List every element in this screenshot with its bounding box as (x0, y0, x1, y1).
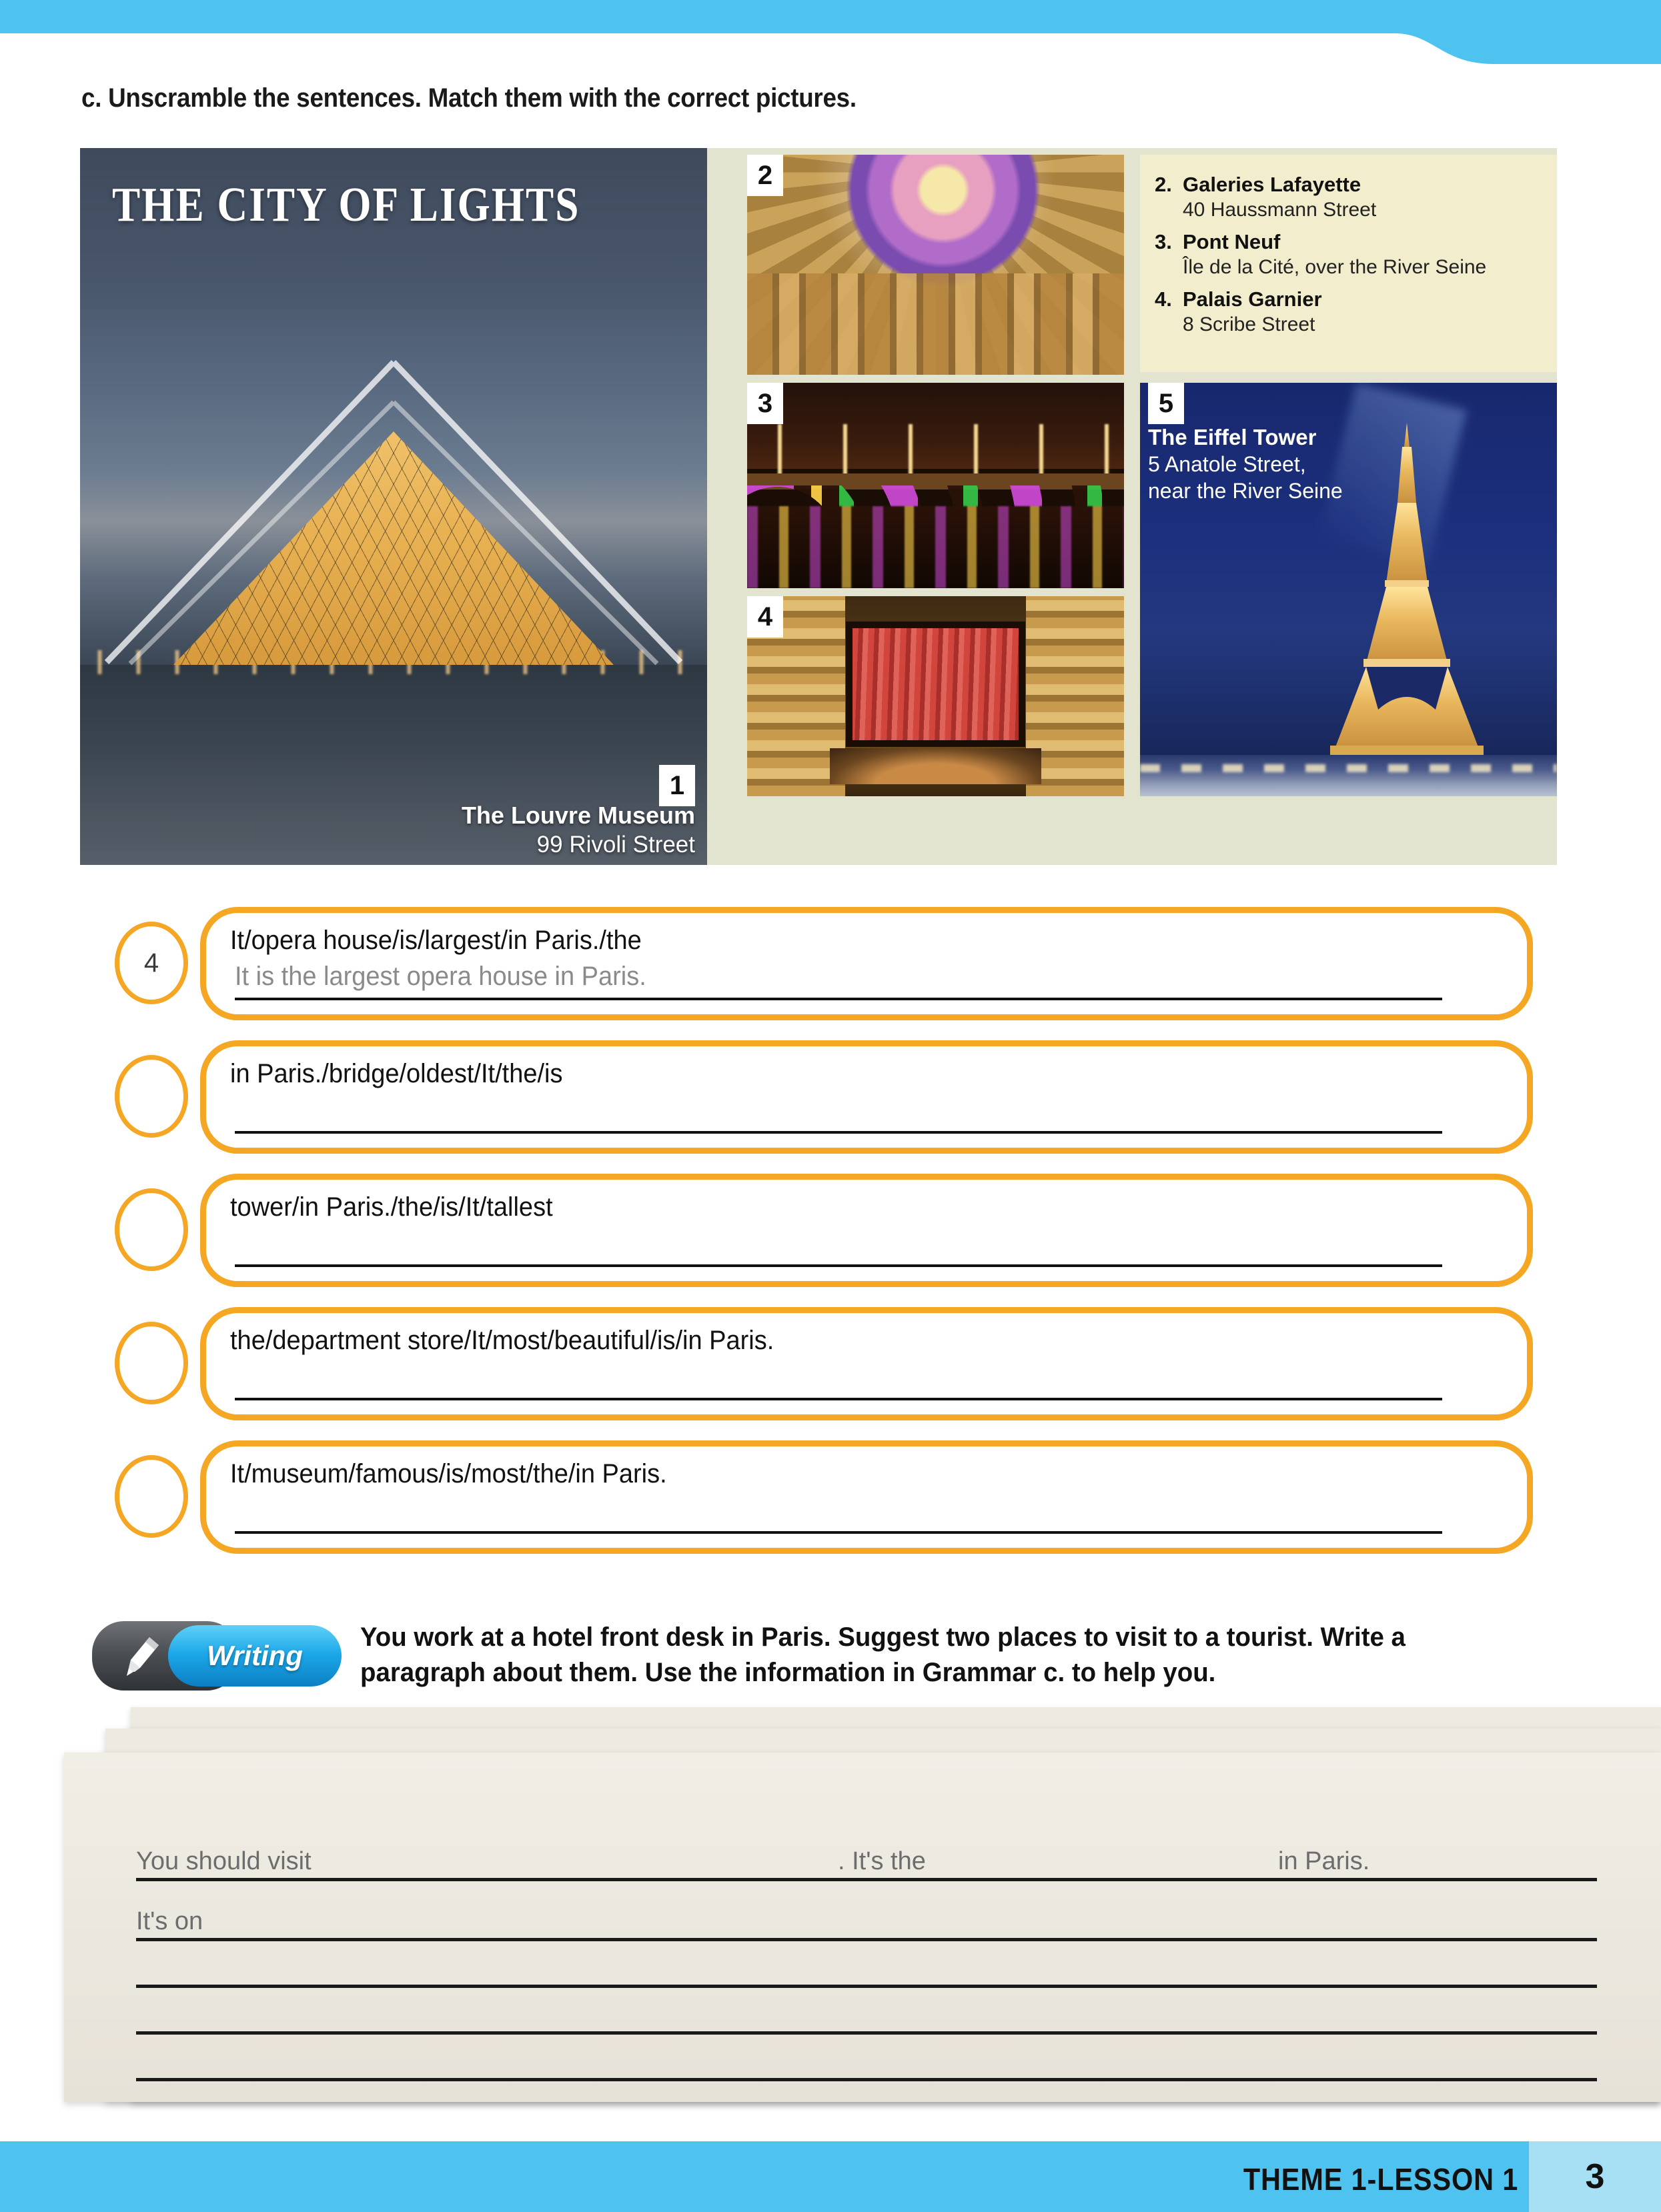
page-title: c. Unscramble the sentences. Match them … (81, 83, 857, 113)
info-number: 3. (1155, 230, 1172, 253)
exercise-row: the/department store/It/most/beautiful/i… (0, 1307, 1661, 1440)
paper-sheet-front[interactable]: You should visit . It's the in Paris. It… (64, 1753, 1661, 2102)
writing-line[interactable] (136, 2078, 1597, 2081)
scrambled-sentence: It/opera house/is/largest/in Paris./the (230, 926, 642, 955)
eiffel-address-line1: 5 Anatole Street, (1148, 452, 1306, 476)
photo-eiffel-tower: 5 The Eiffel Tower 5 Anatole Street, nea… (1140, 383, 1557, 796)
info-name: Pont Neuf (1183, 230, 1281, 253)
match-number-circle[interactable] (115, 1455, 188, 1538)
info-name: Palais Garnier (1183, 287, 1322, 311)
poster-title: THE CITY OF LIGHTS (112, 178, 580, 232)
scrambled-sentence: It/museum/famous/is/most/the/in Paris. (230, 1459, 667, 1488)
lafayette-balconies (747, 273, 1124, 375)
scrambled-sentence: tower/in Paris./the/is/It/tallest (230, 1192, 553, 1222)
exercise-row: tower/in Paris./the/is/It/tallest (0, 1174, 1661, 1307)
info-row: 2. Galeries Lafayette 40 Haussmann Stree… (1140, 172, 1557, 223)
answer-line[interactable] (235, 1264, 1442, 1267)
eiffel-tower-shape (1323, 423, 1490, 756)
info-address: Île de la Cité, over the River Seine (1183, 256, 1487, 278)
writing-badge-label: Writing (207, 1640, 303, 1671)
landmark-info-panel: 2. Galeries Lafayette 40 Haussmann Stree… (1140, 155, 1557, 372)
info-number: 2. (1155, 173, 1172, 196)
writing-prompt-in-paris: in Paris. (1278, 1847, 1370, 1875)
photo-badge-4: 4 (747, 596, 783, 638)
eiffel-address-line2: near the River Seine (1148, 479, 1343, 503)
footer-page-block: 3 (1529, 2141, 1661, 2212)
answer-line[interactable] (235, 1398, 1442, 1400)
landmark-collage: THE CITY OF LIGHTS 1 The Louvre Museum 9… (80, 148, 1557, 865)
match-number-circle[interactable] (115, 1055, 188, 1138)
answer-line[interactable] (235, 998, 1442, 1000)
exercise-box (200, 1040, 1533, 1154)
louvre-pyramid-outline (104, 359, 683, 666)
match-number-circle[interactable] (115, 1188, 188, 1271)
photo-galeries-lafayette: 2 (747, 155, 1124, 375)
photo-badge-5: 5 (1148, 383, 1184, 424)
writing-instruction: You work at a hotel front desk in Paris.… (360, 1622, 1406, 1687)
pont-lamps (747, 423, 1124, 477)
page-footer: THEME 1-LESSON 1 3 (0, 2141, 1661, 2212)
writing-line[interactable] (136, 1878, 1597, 1881)
top-decor-band (0, 0, 1661, 33)
exercise-row: in Paris./bridge/oldest/It/the/is (0, 1040, 1661, 1174)
pont-reflection (747, 505, 1124, 588)
louvre-address: 99 Rivoli Street (536, 832, 695, 858)
photo-pont-neuf: 3 (747, 383, 1124, 588)
writing-prompt-its-on: It's on (136, 1907, 203, 1935)
photo-badge-1: 1 (659, 765, 695, 806)
exercise-box (200, 1440, 1533, 1554)
answer-line[interactable] (235, 1531, 1442, 1534)
writing-paper-area: You should visit . It's the in Paris. It… (0, 1707, 1661, 2107)
footer-theme-label: THEME 1-LESSON 1 (1243, 2162, 1518, 2197)
exercise-box (200, 1174, 1533, 1287)
writing-section-header: Writing You work at a hotel front desk i… (0, 1617, 1661, 1697)
answer-line[interactable] (235, 1131, 1442, 1134)
info-row: 3. Pont Neuf Île de la Cité, over the Ri… (1140, 229, 1557, 280)
eiffel-name: The Eiffel Tower (1148, 425, 1317, 449)
unscramble-exercise-list: 4 It/opera house/is/largest/in Paris./th… (0, 907, 1661, 1574)
writing-prompt-its-the: . It's the (838, 1847, 926, 1875)
opera-stage (830, 748, 1041, 784)
info-name: Galeries Lafayette (1183, 173, 1361, 196)
eiffel-caption: The Eiffel Tower 5 Anatole Street, near … (1148, 424, 1343, 504)
match-number-circle[interactable] (115, 1322, 188, 1404)
photo-louvre: THE CITY OF LIGHTS 1 The Louvre Museum 9… (80, 148, 707, 865)
top-decor-band-right (1494, 0, 1661, 64)
info-row: 4. Palais Garnier 8 Scribe Street (1140, 287, 1557, 337)
page-number: 3 (1585, 2157, 1605, 2196)
writing-prompt-you-should-visit: You should visit (136, 1847, 312, 1875)
scrambled-sentence: the/department store/It/most/beautiful/i… (230, 1326, 774, 1355)
exercise-row: 4 It/opera house/is/largest/in Paris./th… (0, 907, 1661, 1040)
photo-badge-3: 3 (747, 383, 783, 424)
writing-badge: Writing (168, 1625, 342, 1687)
match-number-circle[interactable]: 4 (115, 922, 188, 1004)
eiffel-ground (1140, 755, 1557, 796)
writing-line[interactable] (136, 1985, 1597, 1988)
writing-line[interactable] (136, 1938, 1597, 1941)
info-address: 40 Haussmann Street (1183, 199, 1377, 221)
scrambled-sentence: in Paris./bridge/oldest/It/the/is (230, 1059, 563, 1088)
info-number: 4. (1155, 287, 1172, 311)
writing-line[interactable] (136, 2031, 1597, 2035)
info-address: 8 Scribe Street (1183, 313, 1315, 335)
louvre-caption: The Louvre Museum 99 Rivoli Street (462, 801, 695, 860)
photo-palais-garnier: 4 (747, 596, 1124, 796)
top-decor-curve (1394, 33, 1494, 64)
answer-text[interactable]: It is the largest opera house in Paris. (235, 962, 646, 992)
exercise-box (200, 1307, 1533, 1420)
opera-curtain (853, 628, 1019, 740)
photo-badge-2: 2 (747, 155, 783, 196)
exercise-row: It/museum/famous/is/most/the/in Paris. (0, 1440, 1661, 1574)
